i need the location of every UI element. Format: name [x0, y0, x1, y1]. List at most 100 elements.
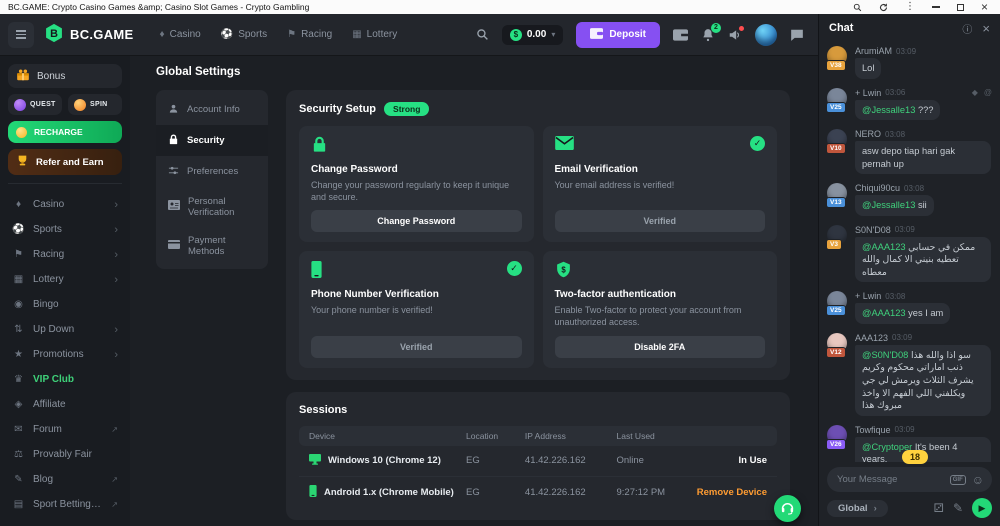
sidebar-item-provably-fair[interactable]: ⚖Provably Fair	[8, 442, 122, 467]
disable-2fa-button[interactable]: Disable 2FA	[555, 336, 766, 358]
mention[interactable]: @Jessalle13	[862, 200, 915, 210]
username[interactable]: + Lwin	[855, 88, 881, 98]
card-desc: Your email address is verified!	[555, 179, 766, 203]
nav-casino[interactable]: ♦Casino	[160, 29, 201, 40]
betting-insights-icon: ▤	[12, 499, 25, 510]
chat-messages[interactable]: V38 ArumiAM03:09 Lol V25 + Lwin03:06 ◆@ …	[819, 42, 1000, 462]
chat-message: V13 Chiqui90cu03:08 @Jessalle13 sii	[827, 183, 992, 216]
mention-at-icon[interactable]: @	[984, 88, 992, 97]
mention[interactable]: @AAA123	[862, 308, 906, 318]
chat-close-icon[interactable]: ×	[982, 21, 990, 36]
vip-badge: V38	[826, 60, 846, 71]
settings-nav-account-info[interactable]: Account Info	[156, 94, 268, 125]
nav-casino-label: Casino	[170, 29, 201, 40]
minimize-button[interactable]	[932, 6, 940, 8]
card-change-password: Change Password Change your password reg…	[299, 126, 534, 242]
username[interactable]: AAA123	[855, 333, 888, 343]
brand-logo[interactable]: B BC.GAME	[44, 23, 134, 46]
email-verified-button[interactable]: Verified	[555, 210, 766, 232]
nav-racing[interactable]: ⚑Racing	[287, 29, 332, 40]
settings-nav-payment-methods[interactable]: Payment Methods	[156, 226, 268, 265]
chat-message-input[interactable]	[837, 474, 944, 485]
titlebar-menu-icon[interactable]: ⋮	[905, 2, 915, 12]
sidebar-menu: ♦Casino› ⚽Sports› ⚑Racing› ▦Lottery› ◉Bi…	[8, 192, 122, 517]
mention[interactable]: @Jessalle13	[862, 105, 915, 115]
tip-diamond-icon[interactable]: ◆	[972, 88, 978, 97]
chat-info-icon[interactable]: ⓘ	[962, 21, 972, 36]
chevron-right-icon: ›	[114, 224, 118, 236]
close-button[interactable]: ×	[981, 1, 988, 13]
username[interactable]: NERO	[855, 129, 881, 139]
menu-toggle-button[interactable]	[8, 22, 34, 48]
notification-count-badge: 2	[711, 23, 721, 33]
mention[interactable]: @AAA123	[862, 242, 906, 252]
spin-label: SPIN	[90, 101, 108, 108]
sidebar-item-casino[interactable]: ♦Casino›	[8, 192, 122, 217]
notifications-bell-icon[interactable]: 2	[701, 28, 715, 42]
username[interactable]: + Lwin	[855, 291, 881, 301]
titlebar-refresh-icon[interactable]	[879, 3, 888, 12]
mention[interactable]: @S0N'D08	[862, 350, 908, 360]
deposit-button[interactable]: Deposit	[576, 22, 660, 48]
username[interactable]: Towfique	[855, 425, 891, 435]
username[interactable]: Chiqui90cu	[855, 183, 900, 193]
cashier-card-icon[interactable]	[673, 29, 688, 41]
user-avatar[interactable]	[755, 24, 777, 46]
chat-toggle-icon[interactable]	[790, 28, 804, 42]
sidebar-recharge[interactable]: RECHARGE	[8, 121, 122, 143]
phone-verified-button[interactable]: Verified	[311, 336, 522, 358]
sidebar-item-lottery[interactable]: ▦Lottery›	[8, 267, 122, 292]
sidebar-item-promotions[interactable]: ★Promotions›	[8, 342, 122, 367]
chat-bottom-bar: Global › ⚂ ✎ ▶	[819, 496, 1000, 526]
lottery-icon: ▦	[12, 274, 25, 285]
pencil-icon[interactable]: ✎	[953, 502, 963, 514]
change-password-button[interactable]: Change Password	[311, 210, 522, 232]
settings-nav-security[interactable]: Security	[156, 125, 268, 156]
sidebar-item-affiliate[interactable]: ◈Affiliate	[8, 392, 122, 417]
sidebar-refer-and-earn[interactable]: Refer and Earn	[8, 149, 122, 175]
shield-2fa-icon: $	[555, 261, 572, 281]
chat-title: Chat	[829, 22, 952, 34]
sidebar-item-bingo[interactable]: ◉Bingo	[8, 292, 122, 317]
alert-dot	[739, 26, 744, 31]
sidebar-item-sports[interactable]: ⚽Sports›	[8, 217, 122, 242]
card-title: Change Password	[311, 164, 522, 175]
maximize-button[interactable]	[957, 4, 964, 11]
sidebar-item-vip-club[interactable]: ♛VIP Club	[8, 367, 122, 392]
wallet-balance-selector[interactable]: $ 0.00 ▾	[502, 25, 563, 45]
sidebar-item-forum[interactable]: ✉Forum↗	[8, 417, 122, 442]
sidebar-item-updown[interactable]: ⇅Up Down›	[8, 317, 122, 342]
unread-count-badge[interactable]: 18	[902, 450, 928, 464]
settings-nav-preferences[interactable]: Preferences	[156, 156, 268, 187]
support-headset-button[interactable]	[774, 495, 801, 522]
settings-nav-personal-verification[interactable]: Personal Verification	[156, 187, 268, 226]
announcements-speaker-icon[interactable]	[728, 28, 742, 42]
username[interactable]: ArumiAM	[855, 46, 892, 56]
timestamp: 03:08	[885, 292, 905, 301]
titlebar-search-icon[interactable]	[853, 3, 862, 12]
sidebar-item-blog[interactable]: ✎Blog↗	[8, 467, 122, 492]
remove-device-button[interactable]: Remove Device	[688, 487, 767, 498]
emoji-icon[interactable]: ☺	[972, 474, 984, 486]
chat-room-selector[interactable]: Global ›	[827, 500, 888, 517]
forum-icon: ✉	[12, 424, 25, 435]
username[interactable]: S0N'D08	[855, 225, 891, 235]
card-phone-verification: ✓ Phone Number Verification Your phone n…	[299, 251, 534, 367]
card-desc: Enable Two-factor to protect your accoun…	[555, 304, 766, 328]
sidebar-quest[interactable]: QUEST	[8, 94, 62, 115]
gif-icon[interactable]: GIF	[950, 475, 966, 485]
window-titlebar: BC.GAME: Crypto Casino Games &amp; Casin…	[0, 0, 1000, 14]
quest-label: QUEST	[30, 101, 56, 108]
sidebar-bonus[interactable]: Bonus	[8, 64, 122, 88]
sidebar-spin[interactable]: SPIN	[68, 94, 122, 115]
sidebar-item-racing[interactable]: ⚑Racing›	[8, 242, 122, 267]
session-row: Windows 10 (Chrome 12) EG 41.42.226.162 …	[299, 446, 777, 477]
search-icon[interactable]	[476, 28, 489, 41]
dice-icon[interactable]: ⚂	[934, 502, 944, 514]
sidebar-item-sport-betting-insights[interactable]: ▤Sport Betting Insig...↗	[8, 492, 122, 517]
device-name: Windows 10 (Chrome 12)	[328, 455, 441, 466]
session-location: EG	[466, 455, 525, 466]
send-message-button[interactable]: ▶	[972, 498, 992, 518]
nav-lottery[interactable]: ▦Lottery	[352, 29, 397, 40]
nav-sports[interactable]: ⚽Sports	[221, 29, 267, 40]
